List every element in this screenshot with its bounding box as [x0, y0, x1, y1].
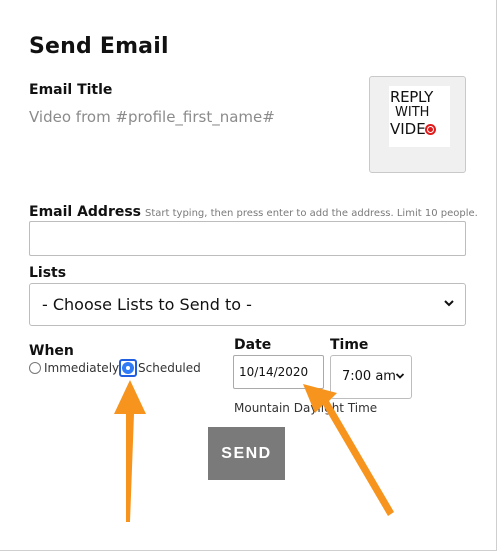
- date-label: Date: [234, 337, 272, 353]
- chevron-down-icon: [444, 300, 454, 307]
- email-address-input[interactable]: [29, 221, 466, 256]
- email-address-hint: Start typing, then press enter to add th…: [145, 208, 478, 219]
- page-title: Send Email: [29, 34, 169, 59]
- chevron-down-icon: [395, 371, 405, 381]
- radio-immediately-button[interactable]: [29, 362, 41, 374]
- radio-immediately[interactable]: Immediately: [29, 361, 119, 375]
- send-button[interactable]: SEND: [208, 427, 285, 480]
- logo-line-1: REPLY: [390, 88, 433, 106]
- radio-selected-icon: [122, 362, 134, 374]
- timezone-text: Mountain Daylight Time: [234, 401, 378, 415]
- email-address-label-text: Email Address: [29, 204, 142, 220]
- reply-with-video-logo: REPLY WITH VIDE: [389, 86, 450, 147]
- record-icon: [424, 124, 436, 135]
- time-select[interactable]: 7:00 am: [330, 355, 412, 399]
- time-select-value: 7:00 am: [342, 369, 396, 384]
- time-label: Time: [330, 337, 369, 353]
- lists-label: Lists: [29, 265, 67, 281]
- radio-scheduled-button[interactable]: [119, 359, 137, 377]
- email-title-label: Email Title: [29, 82, 113, 98]
- lists-select-value: - Choose Lists to Send to -: [42, 295, 252, 314]
- radio-scheduled-label: Scheduled: [138, 361, 201, 375]
- lists-select[interactable]: - Choose Lists to Send to -: [29, 283, 466, 326]
- radio-scheduled[interactable]: Scheduled: [119, 359, 201, 377]
- radio-immediately-label: Immediately: [44, 361, 120, 375]
- logo-line-2: WITH: [395, 105, 430, 120]
- logo-line-3: VIDE: [390, 120, 426, 138]
- video-thumbnail[interactable]: REPLY WITH VIDE: [369, 76, 466, 173]
- date-input[interactable]: 10/14/2020: [233, 355, 324, 389]
- email-title-value[interactable]: Video from #profile_first_name#: [29, 108, 275, 126]
- email-address-label: Email Address Start typing, then press en…: [29, 204, 478, 220]
- when-label: When: [29, 343, 74, 359]
